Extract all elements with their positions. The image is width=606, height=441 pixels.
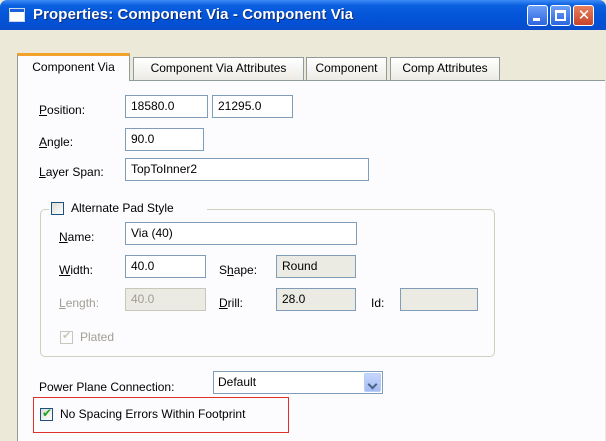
- layer-span-input[interactable]: TopToInner2: [125, 158, 369, 181]
- shape-label: Shape:: [219, 263, 257, 277]
- id-field: [400, 288, 478, 311]
- name-label: Name:: [59, 230, 94, 244]
- width-label-text: idth:: [70, 263, 94, 277]
- length-label-text: ength:: [65, 296, 100, 310]
- shape-field: Round: [276, 255, 356, 278]
- angle-label: Angle:: [39, 135, 73, 149]
- drill-field: 28.0: [276, 288, 356, 311]
- properties-dialog: Properties: Component Via - Component Vi…: [0, 0, 606, 441]
- layer-span-label-mnemonic: L: [39, 165, 46, 179]
- tab-component[interactable]: Component: [306, 57, 387, 80]
- alternate-pad-style-label[interactable]: Alternate Pad Style: [71, 201, 174, 215]
- name-label-text: ame:: [67, 230, 95, 244]
- maximize-button[interactable]: [550, 5, 571, 26]
- position-label: Position:: [39, 103, 85, 117]
- id-label: Id:: [371, 296, 385, 310]
- layer-span-label-text: ayer Span:: [45, 165, 104, 179]
- length-label-mnemonic: L: [59, 296, 66, 310]
- angle-label-mnemonic: A: [39, 135, 48, 149]
- layer-span-label: Layer Span:: [39, 165, 104, 179]
- maximize-icon: [555, 10, 566, 21]
- name-label-mnemonic: N: [59, 230, 68, 244]
- chevron-down-icon[interactable]: [364, 373, 381, 392]
- position-x-input[interactable]: 18580.0: [125, 95, 208, 118]
- plated-checkbox: [60, 329, 73, 344]
- close-button[interactable]: ✕: [573, 5, 594, 26]
- window-title: Properties: Component Via - Component Vi…: [33, 6, 354, 23]
- drill-label: Drill:: [219, 296, 243, 310]
- power-plane-connection-label: Power Plane Connection:: [39, 380, 175, 394]
- position-label-text: osition:: [47, 103, 86, 117]
- length-label: Length:: [59, 296, 99, 310]
- shape-label-text: ape:: [233, 263, 258, 277]
- window-icon: [9, 8, 25, 22]
- angle-label-text: ngle:: [47, 135, 74, 149]
- minimize-button[interactable]: [527, 5, 548, 26]
- close-icon: ✕: [577, 7, 591, 24]
- tab-component-via[interactable]: Component Via: [17, 53, 130, 81]
- width-label-mnemonic: W: [59, 263, 71, 277]
- alternate-pad-style-checkbox[interactable]: [51, 202, 64, 215]
- shape-label-prefix: S: [219, 263, 228, 277]
- drill-label-mnemonic: D: [219, 296, 228, 310]
- alternate-pad-style-caption: Alternate Pad Style: [49, 200, 207, 218]
- drill-label-text: rill:: [227, 296, 243, 310]
- shape-label-mnemonic: h: [227, 263, 234, 277]
- tab-component-via-attributes[interactable]: Component Via Attributes: [133, 57, 304, 80]
- name-input[interactable]: Via (40): [125, 222, 357, 245]
- length-input: 40.0: [125, 288, 206, 311]
- width-label: Width:: [59, 263, 93, 277]
- angle-input[interactable]: 90.0: [125, 128, 204, 151]
- width-input[interactable]: 40.0: [125, 255, 206, 278]
- minimize-icon: [533, 18, 540, 21]
- tab-comp-attributes[interactable]: Comp Attributes: [390, 57, 500, 80]
- no-spacing-errors-checkbox[interactable]: [40, 406, 53, 421]
- plated-label: Plated: [80, 330, 115, 344]
- power-plane-connection-select[interactable]: Default: [213, 371, 383, 394]
- no-spacing-errors-label[interactable]: No Spacing Errors Within Footprint: [60, 407, 245, 421]
- power-plane-connection-value: Default: [218, 375, 257, 389]
- position-label-mnemonic: P: [39, 103, 48, 117]
- position-y-input[interactable]: 21295.0: [212, 95, 293, 118]
- title-bar[interactable]: Properties: Component Via - Component Vi…: [0, 0, 606, 30]
